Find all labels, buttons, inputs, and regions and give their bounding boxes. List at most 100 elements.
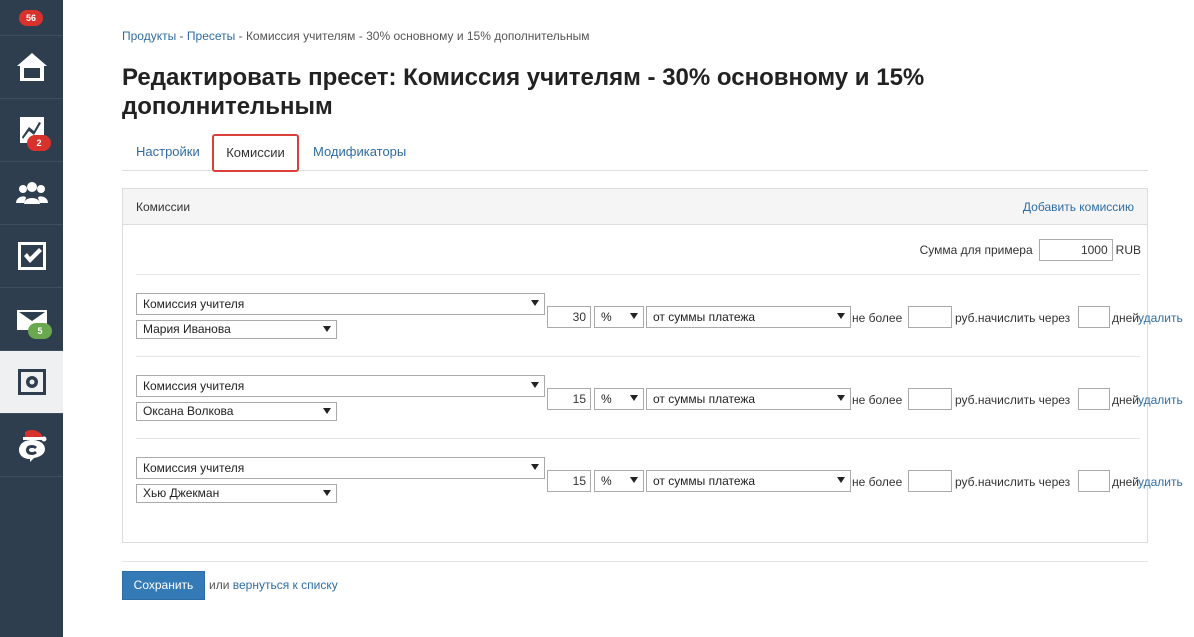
- safe-icon: [17, 369, 46, 395]
- chevron-down-icon: [531, 300, 539, 306]
- base-value: от суммы платежа: [653, 474, 756, 488]
- commission-value-input[interactable]: [547, 306, 591, 328]
- tab-commissions[interactable]: Комиссии: [212, 134, 299, 172]
- tab-settings[interactable]: Настройки: [136, 134, 200, 171]
- commission-type-select[interactable]: Комиссия учителя: [136, 457, 545, 479]
- teacher-select[interactable]: Мария Иванова: [136, 320, 337, 339]
- not-more-label: не более: [852, 475, 903, 489]
- sidebar-item-mail[interactable]: 5: [0, 288, 63, 351]
- or-label: или: [209, 578, 230, 592]
- commission-row: Комиссия учителя Мария Иванова % от сумм…: [136, 293, 1194, 343]
- base-select[interactable]: от суммы платежа: [646, 388, 851, 410]
- breadcrumb-products-link[interactable]: Продукты: [122, 29, 176, 43]
- save-button[interactable]: Сохранить: [122, 571, 205, 600]
- divider: [136, 274, 1140, 275]
- unit-select[interactable]: %: [594, 470, 644, 492]
- home-icon: [16, 53, 47, 81]
- divider: [122, 561, 1148, 562]
- page-title: Редактировать пресет: Комиссия учителям …: [122, 64, 925, 120]
- not-more-label: не более: [852, 311, 903, 325]
- commission-type-value: Комиссия учителя: [143, 461, 245, 475]
- chevron-down-icon: [323, 490, 331, 496]
- accrue-label: руб.начислить через: [955, 475, 1071, 489]
- unit-value: %: [601, 310, 612, 324]
- stats-badge: 2: [27, 135, 51, 151]
- commission-type-value: Комиссия учителя: [143, 379, 245, 393]
- mail-badge: 5: [28, 323, 52, 339]
- chevron-down-icon: [531, 382, 539, 388]
- sidebar-item-tasks[interactable]: [0, 225, 63, 288]
- commission-value-input[interactable]: [547, 388, 591, 410]
- santa-hat-logo-icon: [18, 430, 46, 462]
- unit-select[interactable]: %: [594, 306, 644, 328]
- commission-row: Комиссия учителя Хью Джекман % от суммы …: [136, 457, 1194, 507]
- delay-input[interactable]: [1078, 470, 1110, 492]
- breadcrumb-current: Комиссия учителям - 30% основному и 15% …: [245, 29, 590, 43]
- add-commission-link[interactable]: Добавить комиссию: [1023, 200, 1134, 214]
- commission-type-value: Комиссия учителя: [143, 297, 245, 311]
- teacher-value: Хью Джекман: [143, 486, 220, 500]
- chevron-down-icon: [837, 313, 845, 319]
- users-icon: [15, 182, 48, 204]
- commission-row: Комиссия учителя Оксана Волкова % от сум…: [136, 375, 1194, 425]
- notifications-badge: 56: [19, 10, 43, 26]
- chevron-down-icon: [323, 326, 331, 332]
- sample-amount-input[interactable]: [1038, 239, 1113, 261]
- breadcrumb-separator: -: [176, 29, 187, 43]
- delay-input[interactable]: [1078, 388, 1110, 410]
- unit-select[interactable]: %: [594, 388, 644, 410]
- back-to-list-link[interactable]: вернуться к списку: [233, 578, 338, 592]
- delete-link[interactable]: удалить: [1138, 393, 1183, 407]
- breadcrumb-presets-link[interactable]: Пресеты: [187, 29, 235, 43]
- teacher-select[interactable]: Хью Джекман: [136, 484, 337, 503]
- tabs: Настройки Комиссии Модификаторы: [122, 134, 1148, 172]
- limit-input[interactable]: [908, 388, 952, 410]
- sample-amount: Сумма для примера RUB: [920, 239, 1141, 261]
- sidebar-item-products[interactable]: [0, 351, 63, 414]
- commission-value-input[interactable]: [547, 470, 591, 492]
- accrue-label: руб.начислить через: [955, 393, 1071, 407]
- teacher-select[interactable]: Оксана Волкова: [136, 402, 337, 421]
- sidebar-item-home[interactable]: [0, 36, 63, 99]
- chevron-down-icon: [531, 464, 539, 470]
- teacher-value: Мария Иванова: [143, 322, 231, 336]
- commission-type-select[interactable]: Комиссия учителя: [136, 375, 545, 397]
- limit-input[interactable]: [908, 306, 952, 328]
- panel-header: Комиссии Добавить комиссию: [123, 189, 1147, 225]
- unit-value: %: [601, 392, 612, 406]
- not-more-label: не более: [852, 393, 903, 407]
- sidebar-notifications[interactable]: 56: [0, 0, 63, 36]
- days-label: дней: [1112, 393, 1140, 407]
- breadcrumb: Продукты - Пресеты - Комиссия учителям -…: [122, 29, 590, 43]
- back-option: или вернуться к списку: [209, 578, 338, 592]
- chevron-down-icon: [630, 477, 638, 483]
- panel-title: Комиссии: [136, 200, 191, 214]
- divider: [136, 438, 1140, 439]
- teacher-value: Оксана Волкова: [143, 404, 234, 418]
- delete-link[interactable]: удалить: [1138, 475, 1183, 489]
- breadcrumb-separator: -: [235, 29, 246, 43]
- base-select[interactable]: от суммы платежа: [646, 306, 851, 328]
- chevron-down-icon: [630, 313, 638, 319]
- commission-type-select[interactable]: Комиссия учителя: [136, 293, 545, 315]
- base-value: от суммы платежа: [653, 310, 756, 324]
- limit-input[interactable]: [908, 470, 952, 492]
- tab-modifiers[interactable]: Модификаторы: [313, 134, 406, 171]
- sidebar-item-users[interactable]: [0, 162, 63, 225]
- sidebar-item-brand[interactable]: [0, 414, 63, 477]
- delete-link[interactable]: удалить: [1138, 311, 1183, 325]
- divider: [136, 356, 1140, 357]
- sample-currency: RUB: [1115, 243, 1141, 257]
- days-label: дней: [1112, 311, 1140, 325]
- chevron-down-icon: [323, 408, 331, 414]
- base-value: от суммы платежа: [653, 392, 756, 406]
- sidebar-item-stats[interactable]: 2: [0, 99, 63, 162]
- delay-input[interactable]: [1078, 306, 1110, 328]
- base-select[interactable]: от суммы платежа: [646, 470, 851, 492]
- sidebar: 56 2 5: [0, 0, 63, 637]
- days-label: дней: [1112, 475, 1140, 489]
- chevron-down-icon: [630, 395, 638, 401]
- chevron-down-icon: [837, 477, 845, 483]
- commissions-panel: Комиссии Добавить комиссию Сумма для при…: [122, 188, 1183, 543]
- chevron-down-icon: [837, 395, 845, 401]
